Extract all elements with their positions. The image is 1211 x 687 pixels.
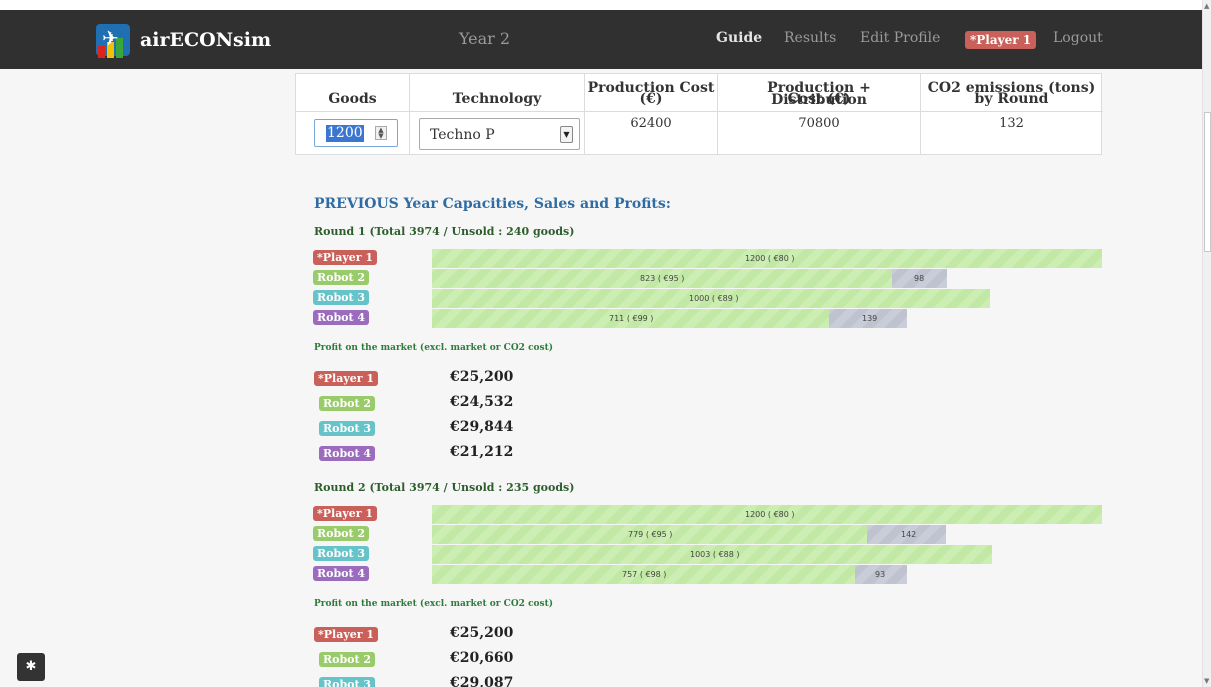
profit-player-badge: Robot 3 [319,677,376,687]
unsold-bar: 98 [892,269,947,288]
unsold-bar-label: 93 [875,570,886,579]
nav-guide-link[interactable]: Guide [716,30,762,46]
sold-bar: 1200 ( €80 ) [432,505,1102,524]
profit-player-badge: Robot 2 [319,396,376,411]
distribution-cost-column: Production + Distribution Cost (€) 70800 [718,74,921,154]
goods-header: Goods [328,91,377,107]
sold-bar-label: 1200 ( €80 ) [745,510,795,519]
unsold-bar: 142 [867,525,946,544]
sold-bar: 1200 ( €80 ) [432,249,1102,268]
sold-bar-label: 711 ( €99 ) [609,314,654,323]
chevron-down-icon[interactable]: ▼ [560,126,573,143]
technology-select[interactable]: Techno P ▼ [419,118,580,150]
player-badge[interactable]: *Player 1 [965,31,1037,49]
scrollbar-thumb[interactable] [1204,112,1211,252]
sold-bar: 779 ( €95 ) [432,525,867,544]
sold-bar-label: 779 ( €95 ) [628,530,673,539]
technology-header: Technology [452,91,542,107]
profit-value: €20,660 [450,650,514,666]
profit-title: Profit on the market (excl. market or CO… [314,599,554,609]
co2-value: 132 [999,116,1024,131]
sold-bar-label: 823 ( €95 ) [640,274,685,283]
goods-quantity-value[interactable]: 1200 [326,125,364,142]
profit-player-badge: *Player 1 [314,371,378,386]
bar-player-badge: Robot 4 [313,310,370,325]
co2-header-line2: by Round [974,91,1049,107]
profit-player-badge: *Player 1 [314,627,378,642]
previous-year-title: PREVIOUS Year Capacities, Sales and Prof… [314,196,671,212]
bar-player-badge: Robot 3 [313,546,370,561]
distribution-cost-header-line2: Cost (€) [787,91,851,107]
nav-logout-link[interactable]: Logout [1053,30,1103,46]
current-year: Year 2 [459,29,511,48]
round-title: Round 1 (Total 3974 / Unsold : 240 goods… [314,225,575,238]
technology-selected-value: Techno P [430,127,495,143]
quantity-stepper-icon[interactable]: ▲ ▼ [375,126,387,140]
profit-value: €25,200 [450,625,514,641]
distribution-cost-value: 70800 [798,116,840,131]
sold-bar-label: 1200 ( €80 ) [745,254,795,263]
production-cost-header-line2: (€) [639,91,663,107]
sold-bar: 757 ( €98 ) [432,565,855,584]
unsold-bar-label: 139 [862,314,878,323]
sold-bar: 711 ( €99 ) [432,309,829,328]
unsold-bar-label: 142 [901,530,917,539]
sold-bar: 1003 ( €88 ) [432,545,992,564]
sold-bar-label: 1003 ( €88 ) [690,550,740,559]
bug-report-icon[interactable]: ✱ [17,653,45,681]
bar-player-badge: *Player 1 [313,506,377,521]
profit-player-badge: Robot 4 [319,446,376,461]
bar-player-badge: Robot 4 [313,566,370,581]
bar-player-badge: Robot 2 [313,270,370,285]
sold-bar: 1000 ( €89 ) [432,289,990,308]
top-strip [0,0,1211,10]
sold-bar: 823 ( €95 ) [432,269,892,288]
goods-quantity-input[interactable]: 1200 ▲ ▼ [314,119,398,147]
sold-bar-label: 757 ( €98 ) [622,570,667,579]
co2-column: CO2 emissions (tons) by Round 132 [921,74,1102,154]
profit-value: €24,532 [450,394,514,410]
unsold-bar: 139 [829,309,907,328]
nav-edit-profile-link[interactable]: Edit Profile [860,30,940,46]
brand-title: airECONsim [140,29,272,51]
sold-bar-label: 1000 ( €89 ) [689,294,739,303]
round-title: Round 2 (Total 3974 / Unsold : 235 goods… [314,481,575,494]
bar-player-badge: Robot 2 [313,526,370,541]
app-logo-icon: ✈ [94,20,132,60]
profit-player-badge: Robot 2 [319,652,376,667]
production-cost-column: Production Cost (€) 62400 [585,74,718,154]
scroll-down-icon[interactable]: ▼ [1204,677,1209,685]
nav-results-link[interactable]: Results [784,30,836,46]
unsold-bar-label: 98 [914,274,925,283]
profit-value: €21,212 [450,444,514,460]
profit-value: €25,200 [450,369,514,385]
production-table: Goods Technology Production Cost (€) 624… [295,73,1103,155]
unsold-bar: 93 [855,565,907,584]
profit-value: €29,087 [450,675,514,687]
navbar: ✈ airECONsim Year 2 Guide Results Edit P… [0,10,1202,69]
profit-value: €29,844 [450,419,514,435]
vertical-scrollbar[interactable]: ▲ ▼ [1202,0,1211,687]
bar-player-badge: *Player 1 [313,250,377,265]
production-cost-value: 62400 [630,116,672,131]
scroll-up-icon[interactable]: ▲ [1204,2,1209,10]
profit-player-badge: Robot 3 [319,421,376,436]
brand[interactable]: ✈ airECONsim [94,18,271,62]
bar-player-badge: Robot 3 [313,290,370,305]
profit-title: Profit on the market (excl. market or CO… [314,343,554,353]
